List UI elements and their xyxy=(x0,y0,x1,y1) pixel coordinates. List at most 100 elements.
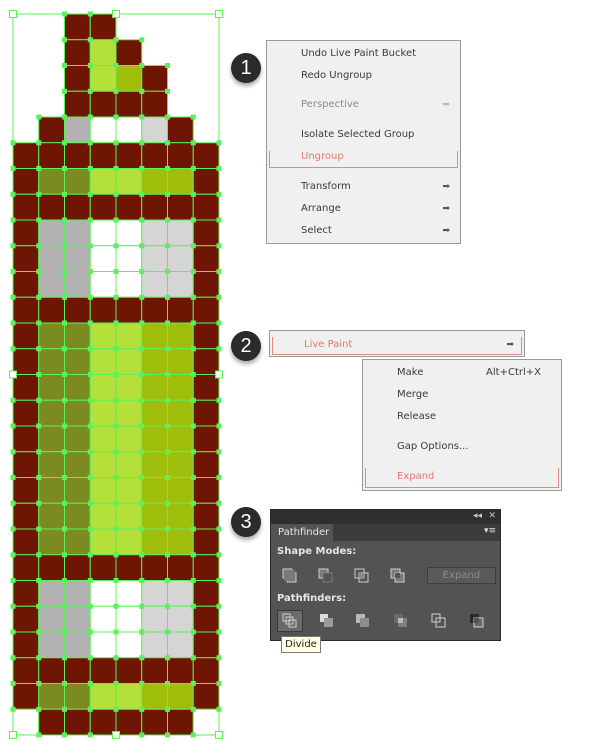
close-icon[interactable]: ✕ xyxy=(488,511,496,521)
pixel-cell xyxy=(167,296,194,324)
anchor-point xyxy=(36,166,42,171)
collapse-icon[interactable]: ◂◂ xyxy=(473,511,482,521)
divide-button[interactable] xyxy=(277,610,303,632)
live-paint-menu-strip: Live Paint ➡ xyxy=(269,330,525,357)
pixel-cell xyxy=(192,168,220,195)
anchor-point xyxy=(62,320,67,326)
menu-item-select[interactable]: Select ➡ xyxy=(267,221,460,241)
pixel-cell xyxy=(141,65,168,92)
anchor-point xyxy=(139,63,145,68)
pixel-cell xyxy=(12,142,40,169)
menu-item-label: Redo Ungroup xyxy=(301,70,372,81)
menu-item-live-paint[interactable]: Live Paint ➡ xyxy=(270,335,524,355)
anchor-point xyxy=(62,655,67,661)
anchor-point xyxy=(216,681,222,686)
anchor-point xyxy=(113,706,119,712)
pixel-cell xyxy=(64,13,91,41)
pixel-cell xyxy=(115,605,143,633)
pixel-cell xyxy=(115,322,143,350)
intersect-icon[interactable] xyxy=(353,568,371,584)
anchor-point xyxy=(87,629,93,635)
merge-icon[interactable] xyxy=(354,613,372,629)
anchor-point xyxy=(87,372,93,377)
pixel-cell xyxy=(64,399,91,427)
anchor-point xyxy=(113,191,119,197)
pixel-cell xyxy=(12,193,40,221)
crop-icon[interactable] xyxy=(392,613,410,629)
menu-item-merge[interactable]: Merge xyxy=(363,385,561,405)
live-paint-submenu: Make Alt+Ctrl+X Merge Release Gap Options… xyxy=(362,359,562,491)
menu-item-ungroup[interactable]: Ungroup xyxy=(267,147,460,167)
menu-item-make[interactable]: Make Alt+Ctrl+X xyxy=(363,363,561,383)
minus-front-icon[interactable] xyxy=(317,568,335,584)
anchor-point xyxy=(165,88,170,94)
pixel-cell xyxy=(64,528,91,556)
menu-item-arrange[interactable]: Arrange ➡ xyxy=(267,199,460,219)
menu-item-label: Perspective xyxy=(301,99,359,110)
anchor-point xyxy=(216,140,222,146)
tab-pathfinder[interactable]: Pathfinder xyxy=(271,524,333,541)
pixel-cell xyxy=(38,245,65,272)
pixel-cell xyxy=(38,708,65,736)
pixel-cell xyxy=(192,271,220,298)
menu-item-expand[interactable]: Expand xyxy=(363,467,561,487)
anchor-point xyxy=(165,732,170,738)
anchor-point xyxy=(62,63,67,68)
anchor-point xyxy=(216,629,222,635)
pixel-cell xyxy=(192,193,220,221)
anchor-point xyxy=(139,578,145,583)
pixel-cell xyxy=(192,142,220,169)
pixel-cell xyxy=(64,296,91,324)
pixel-cell xyxy=(89,477,117,504)
anchor-point xyxy=(113,423,119,429)
anchor-point xyxy=(36,681,42,686)
unite-icon[interactable] xyxy=(281,568,299,584)
menu-item-release[interactable]: Release xyxy=(363,407,561,427)
panel-title-bar[interactable]: ◂◂ ✕ xyxy=(271,510,500,524)
anchor-point xyxy=(165,681,170,686)
pixel-cell xyxy=(192,425,220,453)
pixel-cell xyxy=(64,116,91,144)
pixel-cell xyxy=(64,502,91,530)
anchor-point xyxy=(62,475,67,480)
pixel-cell xyxy=(167,142,194,169)
pixel-art-canvas[interactable] xyxy=(0,0,230,754)
pixel-cell xyxy=(141,245,168,272)
pixel-cell xyxy=(12,451,40,478)
pixel-cell xyxy=(64,322,91,350)
minus-back-icon[interactable] xyxy=(468,613,486,629)
pixel-cell xyxy=(115,193,143,221)
pixel-cell xyxy=(141,399,168,427)
expand-button[interactable]: Expand xyxy=(427,567,496,584)
anchor-point xyxy=(139,475,145,480)
anchor-point xyxy=(139,294,145,300)
trim-icon[interactable] xyxy=(318,613,336,629)
anchor-point xyxy=(62,732,67,738)
anchor-point xyxy=(165,294,170,300)
anchor-point xyxy=(190,372,196,377)
anchor-point xyxy=(190,629,196,635)
anchor-point xyxy=(36,552,42,558)
anchor-point xyxy=(62,578,67,583)
pixel-cell xyxy=(89,554,117,581)
anchor-point xyxy=(10,423,16,429)
outline-icon[interactable] xyxy=(430,613,448,629)
anchor-point xyxy=(10,320,16,326)
menu-item-redo[interactable]: Redo Ungroup xyxy=(267,66,460,86)
pixel-cell xyxy=(115,657,143,684)
menu-item-label: Isolate Selected Group xyxy=(301,129,415,140)
anchor-point xyxy=(62,269,67,274)
menu-item-label: Release xyxy=(397,411,437,422)
pixel-cell xyxy=(141,116,168,144)
pixel-cell xyxy=(64,374,91,401)
menu-item-undo[interactable]: Undo Live Paint Bucket xyxy=(267,44,460,64)
menu-item-gap-options[interactable]: Gap Options... xyxy=(363,437,561,457)
pixel-cell xyxy=(12,296,40,324)
anchor-point xyxy=(113,578,119,583)
anchor-point xyxy=(113,397,119,403)
menu-item-transform[interactable]: Transform ➡ xyxy=(267,177,460,197)
panel-menu-icon[interactable]: ▾≡ xyxy=(484,526,496,536)
menu-item-isolate-selected-group[interactable]: Isolate Selected Group xyxy=(267,125,460,145)
anchor-point xyxy=(139,269,145,274)
exclude-icon[interactable] xyxy=(389,568,407,584)
